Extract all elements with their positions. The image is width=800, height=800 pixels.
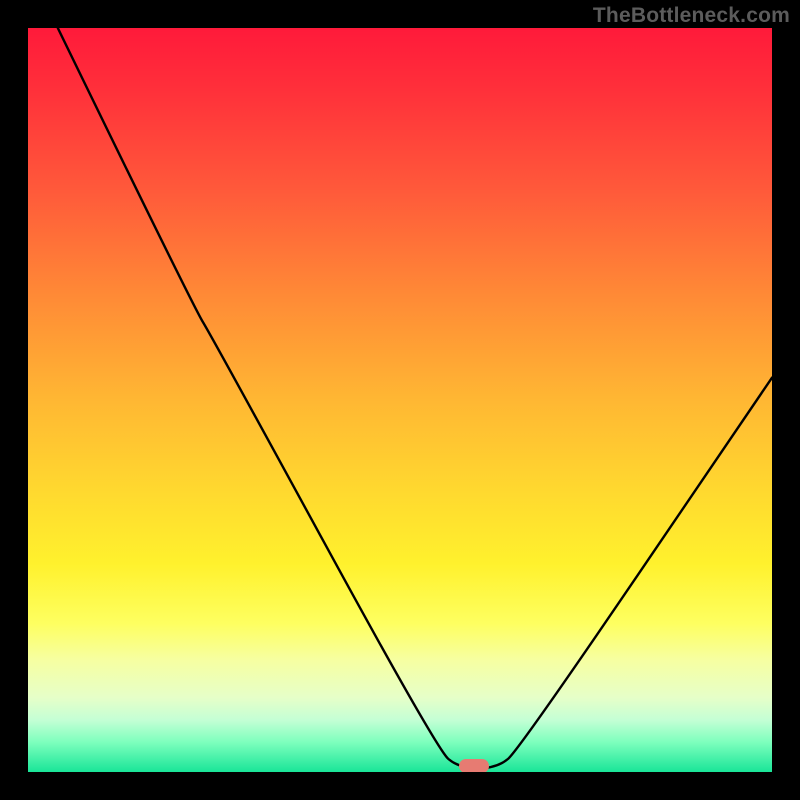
bottleneck-curve — [28, 28, 772, 772]
chart-frame: TheBottleneck.com — [0, 0, 800, 800]
plot-area — [28, 28, 772, 772]
optimal-marker — [459, 759, 489, 772]
watermark-text: TheBottleneck.com — [593, 4, 790, 28]
